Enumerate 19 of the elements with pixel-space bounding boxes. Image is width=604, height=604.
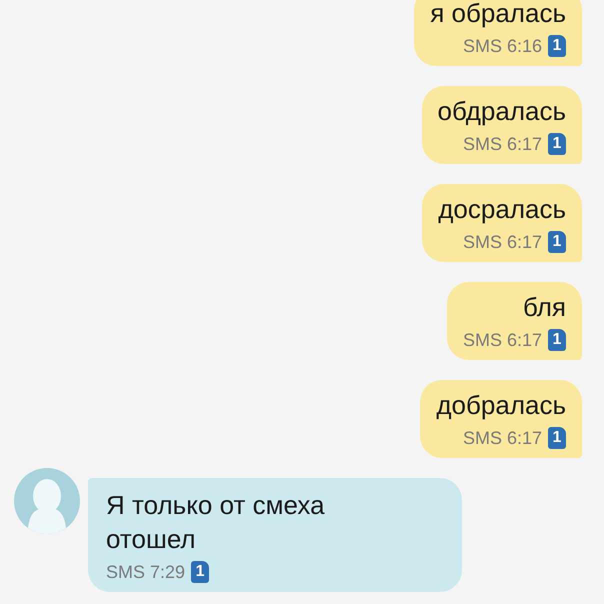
sim-badge: 1	[548, 231, 566, 253]
message-meta: SMS 7:29	[106, 561, 186, 584]
message-meta: SMS 6:17	[462, 427, 542, 450]
sim-badge: 1	[191, 561, 210, 583]
message-meta: SMS 6:16	[462, 35, 542, 58]
message-meta: SMS 6:17	[462, 133, 542, 156]
message-text: обдралась	[438, 95, 566, 128]
message-text: добралась	[436, 389, 566, 422]
message-meta: SMS 6:17	[462, 231, 542, 254]
message-text: Я только от смеха отошел	[106, 489, 326, 556]
sim-badge: 1	[548, 427, 566, 449]
sim-badge: 1	[548, 329, 566, 351]
sim-badge: 1	[548, 35, 566, 57]
message-text: бля	[523, 291, 566, 324]
message-text: досралась	[438, 193, 566, 226]
message-text: я обралась	[430, 0, 566, 30]
sim-badge: 1	[548, 133, 566, 155]
message-meta: SMS 6:17	[462, 329, 542, 352]
avatar-icon	[14, 468, 80, 534]
